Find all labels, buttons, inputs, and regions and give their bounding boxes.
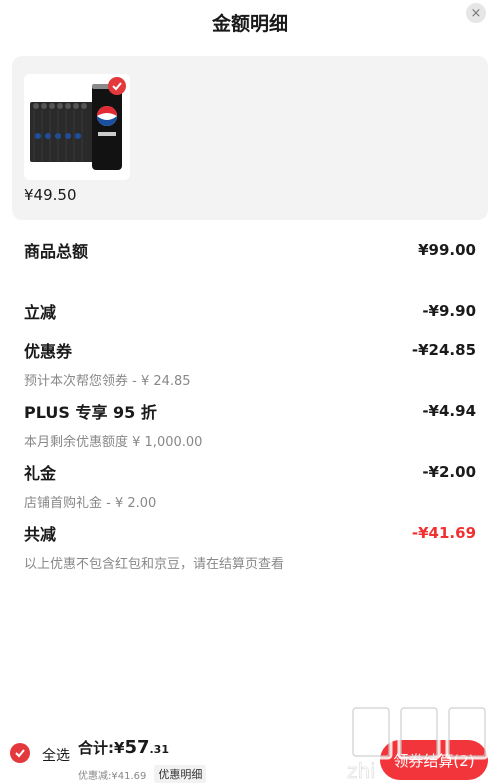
- row-label: 优惠券: [24, 342, 73, 361]
- discount-summary: 优惠减:¥41.69 优惠明细: [78, 765, 207, 783]
- row-label: 共减: [24, 525, 57, 544]
- row-total: 商品总额 ¥99.00: [24, 238, 476, 299]
- row-sub: 预计本次帮您领券 - ¥ 24.85: [24, 374, 191, 389]
- checkout-button[interactable]: 领券结算(2): [380, 740, 488, 780]
- row-sub: 以上优惠不包含红包和京豆，请在结算页查看: [24, 557, 285, 572]
- check-icon: [15, 749, 25, 758]
- total-int: 57: [124, 737, 150, 758]
- row-sub: 本月剩余优惠额度 ¥ 1,000.00: [24, 435, 203, 450]
- row-coupon: 优惠券 -¥24.85 预计本次帮您领券 - ¥ 24.85: [24, 338, 476, 399]
- row-value: -¥24.85: [411, 341, 476, 359]
- row-plus: PLUS 专享 95 折 -¥4.94 本月剩余优惠额度 ¥ 1,000.00: [24, 399, 476, 460]
- row-label: 礼金: [24, 464, 57, 483]
- row-value: -¥4.94: [422, 402, 476, 420]
- row-label: 商品总额: [24, 242, 89, 261]
- close-icon: ×: [470, 5, 482, 21]
- row-value: -¥9.90: [422, 302, 476, 320]
- row-value: -¥2.00: [422, 463, 476, 481]
- product-card: ¥49.50: [12, 56, 488, 220]
- total-amount: 合计:¥57.31: [78, 737, 169, 758]
- row-value: ¥99.00: [418, 241, 476, 259]
- total-prefix: 合计:¥: [78, 739, 125, 757]
- row-instant-discount: 立减 -¥9.90: [24, 299, 476, 338]
- row-sub: 店铺首购礼金 - ¥ 2.00: [24, 496, 157, 511]
- select-all-label[interactable]: 全选: [42, 745, 70, 765]
- close-button[interactable]: ×: [466, 3, 486, 23]
- select-all-checkbox[interactable]: [10, 743, 30, 763]
- row-label: PLUS 专享 95 折: [24, 403, 157, 422]
- pepsi-product-icon: [24, 74, 130, 180]
- product-image[interactable]: [24, 74, 130, 180]
- discount-text: 优惠减:¥41.69: [78, 770, 147, 782]
- row-gift: 礼金 -¥2.00 店铺首购礼金 - ¥ 2.00: [24, 460, 476, 521]
- header: 金额明细 ×: [0, 0, 500, 48]
- amount-details: 商品总额 ¥99.00 立减 -¥9.90 优惠券 -¥24.85 预计本次帮您…: [24, 238, 476, 582]
- total-dec: .31: [149, 743, 170, 756]
- row-label: 立减: [24, 303, 57, 322]
- row-total-discount: 共减 -¥41.69 以上优惠不包含红包和京豆，请在结算页查看: [24, 521, 476, 582]
- product-price: ¥49.50: [24, 186, 77, 204]
- page-title: 金额明细: [211, 13, 288, 35]
- row-value: -¥41.69: [411, 524, 476, 542]
- detail-tag-button[interactable]: 优惠明细: [154, 765, 207, 783]
- bottom-bar: 全选 合计:¥57.31 优惠减:¥41.69 优惠明细 领券结算(2): [0, 734, 500, 784]
